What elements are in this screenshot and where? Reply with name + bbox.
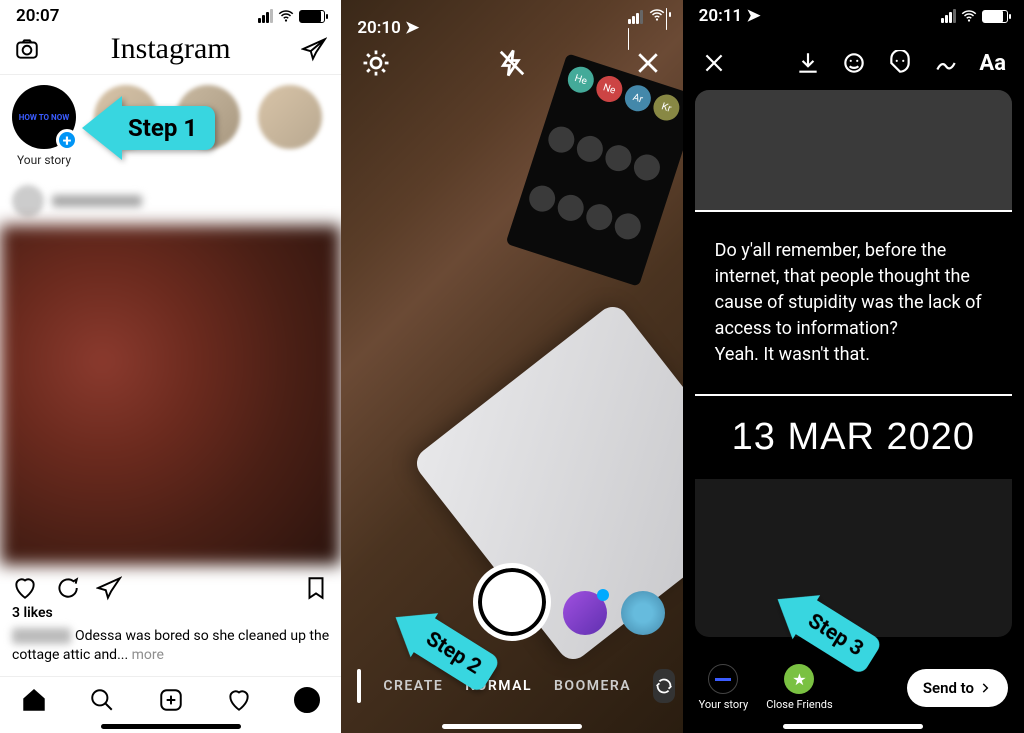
add-story-plus-icon[interactable]: + bbox=[56, 129, 78, 151]
your-story-avatar-small bbox=[708, 664, 738, 694]
comment-icon[interactable] bbox=[54, 575, 80, 601]
draw-icon[interactable] bbox=[933, 50, 959, 76]
close-icon[interactable] bbox=[701, 50, 727, 76]
location-icon: ➤ bbox=[746, 6, 760, 26]
bookmark-icon[interactable] bbox=[303, 575, 329, 601]
post-caption[interactable]: Odessa was bored so she cleaned up the c… bbox=[0, 623, 341, 669]
chevron-right-icon bbox=[978, 681, 992, 695]
post-username[interactable] bbox=[52, 195, 142, 207]
close-friends-icon: ★ bbox=[784, 664, 814, 694]
location-icon: ➤ bbox=[405, 18, 419, 38]
battery-icon bbox=[982, 10, 1008, 23]
your-story-avatar[interactable]: HOW TO NOW + bbox=[12, 85, 76, 149]
status-time: 20:10 bbox=[357, 18, 400, 38]
screen-story-camera: He Ne Ar Kr 20:10 ➤ CREATE NORMAL BOOMER… bbox=[341, 0, 682, 733]
step-1-annotation: Step 1 bbox=[82, 96, 215, 160]
face-filters bbox=[563, 591, 665, 635]
status-time: 20:11 bbox=[699, 6, 742, 26]
post-header[interactable] bbox=[0, 177, 341, 225]
share-your-story[interactable]: Your story bbox=[699, 664, 749, 711]
screen-story-editor: 20:11 ➤ Aa Do y'all remember, before the… bbox=[683, 0, 1024, 733]
status-bar: 20:11 ➤ bbox=[683, 0, 1024, 26]
share-close-friends[interactable]: ★ Close Friends bbox=[766, 664, 832, 711]
send-to-button[interactable]: Send to bbox=[907, 669, 1008, 707]
search-tab-icon[interactable] bbox=[89, 687, 115, 713]
story-date-sticker[interactable]: 13 MAR 2020 bbox=[695, 396, 1012, 479]
app-header: Instagram bbox=[0, 26, 341, 75]
story-canvas[interactable]: Do y'all remember, before the internet, … bbox=[695, 90, 1012, 637]
instagram-logo: Instagram bbox=[111, 32, 231, 66]
home-indicator bbox=[783, 724, 923, 729]
download-icon[interactable] bbox=[795, 50, 821, 76]
wifi-icon bbox=[277, 7, 295, 25]
settings-icon[interactable] bbox=[361, 48, 391, 78]
mode-create[interactable]: CREATE bbox=[383, 678, 443, 694]
wifi-icon bbox=[648, 6, 666, 24]
home-indicator bbox=[101, 724, 241, 729]
new-post-tab-icon[interactable] bbox=[158, 687, 184, 713]
story-item[interactable] bbox=[254, 85, 326, 149]
share-icon[interactable] bbox=[96, 575, 122, 601]
sticker-icon[interactable] bbox=[887, 50, 913, 76]
editor-top-controls: Aa bbox=[683, 50, 1024, 76]
story-text[interactable]: Do y'all remember, before the internet, … bbox=[695, 212, 1012, 394]
like-icon[interactable] bbox=[12, 575, 38, 601]
text-tool-icon[interactable]: Aa bbox=[979, 51, 1006, 76]
screen-feed: 20:07 Instagram HOW TO NOW + Your story bbox=[0, 0, 341, 733]
switch-camera-button[interactable] bbox=[653, 669, 675, 703]
home-tab-icon[interactable] bbox=[21, 687, 47, 713]
mode-boomerang[interactable]: BOOMERA bbox=[554, 678, 631, 694]
direct-messages-icon[interactable] bbox=[301, 36, 327, 62]
status-time: 20:07 bbox=[16, 6, 59, 26]
tab-bar bbox=[0, 676, 341, 727]
caption-username[interactable] bbox=[12, 628, 71, 644]
more-link[interactable]: more bbox=[132, 647, 164, 663]
close-icon[interactable] bbox=[633, 48, 663, 78]
likes-count[interactable]: 3 likes bbox=[0, 603, 341, 623]
signal-icon bbox=[628, 10, 643, 24]
battery-icon bbox=[299, 10, 325, 23]
post-image[interactable] bbox=[0, 225, 341, 565]
shutter-button[interactable] bbox=[473, 563, 551, 641]
gallery-thumbnail[interactable] bbox=[357, 669, 361, 703]
profile-tab-icon[interactable] bbox=[294, 687, 320, 713]
post-user-avatar[interactable] bbox=[12, 185, 44, 217]
camera-modes: CREATE NORMAL BOOMERA bbox=[341, 669, 682, 703]
filter-option[interactable] bbox=[563, 591, 607, 635]
your-story[interactable]: HOW TO NOW + Your story bbox=[8, 85, 80, 167]
camera-top-controls bbox=[341, 48, 682, 78]
activity-tab-icon[interactable] bbox=[226, 687, 252, 713]
signal-icon bbox=[941, 9, 956, 23]
status-bar: 20:07 bbox=[0, 0, 341, 26]
sticker-sheet-prop: He Ne Ar Kr bbox=[505, 53, 682, 286]
effects-icon[interactable] bbox=[841, 50, 867, 76]
post-actions bbox=[0, 565, 341, 603]
status-bar: 20:10 ➤ bbox=[341, 0, 682, 49]
filter-option[interactable] bbox=[621, 591, 665, 635]
signal-icon bbox=[258, 9, 273, 23]
flash-off-icon[interactable] bbox=[497, 48, 527, 78]
camera-icon[interactable] bbox=[14, 36, 40, 62]
wifi-icon bbox=[960, 7, 978, 25]
home-indicator bbox=[442, 724, 582, 729]
your-story-label: Your story bbox=[17, 153, 71, 167]
